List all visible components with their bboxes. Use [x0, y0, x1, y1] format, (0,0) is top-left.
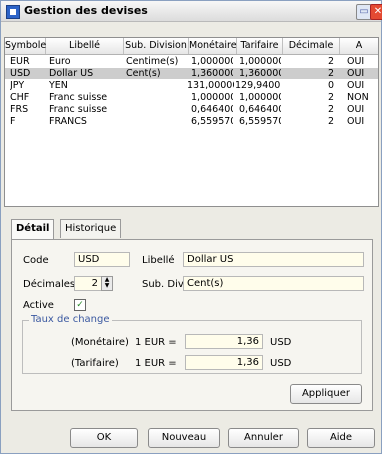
cell-libelle: Euro [49, 56, 71, 67]
cell-libelle: YEN [49, 80, 68, 91]
table-row[interactable]: EUR Euro Centime(s) 1,000000 1,000000 2 … [5, 56, 378, 67]
subdiv-label: Sub. Div. [142, 279, 187, 290]
column-header-decimale[interactable]: Décimale [283, 38, 340, 54]
code-label: Code [23, 255, 49, 266]
cell-a: OUI [347, 56, 365, 67]
column-header-subdivision[interactable]: Sub. Division [124, 38, 189, 54]
cell-a: OUI [347, 116, 365, 127]
table-row[interactable]: CHF Franc suisse 1,000000 1,000000 2 NON [5, 92, 378, 103]
cell-tarifaire: 0,646400 [239, 104, 281, 115]
libelle-field[interactable]: Dollar US [183, 252, 364, 267]
cell-libelle: FRANCS [49, 116, 87, 127]
cell-decimale: 0 [327, 80, 334, 91]
cell-monetaire: 1,360000 [191, 68, 233, 79]
tarifaire-label: (Tarifaire) [71, 358, 119, 369]
cell-tarifaire: 1,000000 [239, 92, 281, 103]
cell-monetaire: 131,000000 [187, 80, 234, 91]
cell-subdivision: Centime(s) [126, 56, 179, 67]
cell-a: OUI [347, 104, 365, 115]
aide-button[interactable]: Aide [307, 428, 375, 448]
detail-panel: Code USD Libellé Dollar US Décimales 2 ▲… [11, 239, 373, 411]
column-header-monetaire[interactable]: Monétaire [189, 38, 237, 54]
tab-detail[interactable]: Détail [11, 219, 55, 240]
window-title: Gestion des devises [24, 4, 148, 17]
tarifaire-currency: USD [270, 358, 292, 369]
cell-a: NON [347, 92, 369, 103]
currency-window: Gestion des devises ▭ ✕ Symbole Libellé … [0, 0, 382, 454]
nouveau-button[interactable]: Nouveau [148, 428, 220, 448]
active-checkbox[interactable]: ✓ [74, 299, 86, 311]
decimales-field[interactable]: 2 [74, 276, 102, 291]
cell-tarifaire: 6,559570 [239, 116, 281, 127]
currency-grid[interactable]: Symbole Libellé Sub. Division Monétaire … [4, 37, 379, 207]
column-header-libelle[interactable]: Libellé [46, 38, 124, 54]
annuler-button[interactable]: Annuler [228, 428, 299, 448]
group-title: Taux de change [29, 314, 112, 325]
tab-historique[interactable]: Historique [60, 219, 122, 238]
cell-tarifaire: 1,360000 [239, 68, 281, 79]
table-row[interactable]: F FRANCS 6,559570 6,559570 2 OUI [5, 116, 378, 127]
subdiv-field[interactable]: Cent(s) [183, 276, 364, 291]
active-label: Active [23, 300, 54, 311]
cell-monetaire: 1,000000 [191, 56, 233, 67]
cell-symbole: JPY [10, 80, 25, 91]
table-row[interactable]: JPY YEN 131,000000 129,940000 0 OUI [5, 80, 378, 91]
cell-decimale: 2 [327, 104, 334, 115]
monetaire-label: (Monétaire) [71, 337, 129, 348]
cell-symbole: F [10, 116, 16, 127]
cell-decimale: 2 [327, 116, 334, 127]
cell-tarifaire: 129,940000 [235, 80, 281, 91]
grid-header: Symbole Libellé Sub. Division Monétaire … [5, 38, 378, 55]
cell-subdivision: Cent(s) [126, 68, 161, 79]
table-row[interactable]: USD Dollar US Cent(s) 1,360000 1,360000 … [5, 68, 378, 79]
cell-a: OUI [347, 68, 365, 79]
cell-a: OUI [347, 80, 365, 91]
tab-bar: Détail Historique [11, 219, 371, 240]
column-header-a[interactable]: A [340, 38, 378, 54]
table-row[interactable]: FRS Franc suisse 0,646400 0,646400 2 OUI [5, 104, 378, 115]
cell-tarifaire: 1,000000 [239, 56, 281, 67]
cell-decimale: 2 [327, 92, 334, 103]
cell-symbole: FRS [10, 104, 29, 115]
decimales-stepper[interactable]: ▲ ▼ [101, 276, 113, 291]
cell-decimale: 2 [327, 56, 334, 67]
cell-monetaire: 0,646400 [191, 104, 233, 115]
cell-monetaire: 6,559570 [191, 116, 233, 127]
appliquer-button[interactable]: Appliquer [290, 384, 362, 404]
eur-label: 1 EUR = [135, 337, 177, 348]
eur-label: 1 EUR = [135, 358, 177, 369]
column-header-symbole[interactable]: Symbole [5, 38, 46, 54]
decimales-label: Décimales [23, 279, 76, 290]
cell-symbole: USD [10, 68, 31, 79]
monetaire-rate-field[interactable]: 1,36 [185, 334, 263, 349]
cell-libelle: Franc suisse [49, 104, 108, 115]
column-header-tarifaire[interactable]: Tarifaire [237, 38, 283, 54]
cell-libelle: Dollar US [49, 68, 94, 79]
title-bar: Gestion des devises ▭ ✕ [1, 1, 382, 22]
libelle-label: Libellé [142, 255, 175, 266]
cell-symbole: EUR [10, 56, 30, 67]
close-icon[interactable]: ✕ [370, 4, 382, 20]
ok-button[interactable]: OK [70, 428, 138, 448]
taux-de-change-group: Taux de change (Monétaire) 1 EUR = 1,36 … [22, 314, 362, 374]
monetaire-currency: USD [270, 337, 292, 348]
cell-libelle: Franc suisse [49, 92, 108, 103]
cell-monetaire: 1,000000 [191, 92, 233, 103]
cell-decimale: 2 [327, 68, 334, 79]
cell-symbole: CHF [10, 92, 30, 103]
tarifaire-rate-field[interactable]: 1,36 [185, 355, 263, 370]
code-field[interactable]: USD [74, 252, 130, 267]
app-icon [6, 5, 20, 19]
